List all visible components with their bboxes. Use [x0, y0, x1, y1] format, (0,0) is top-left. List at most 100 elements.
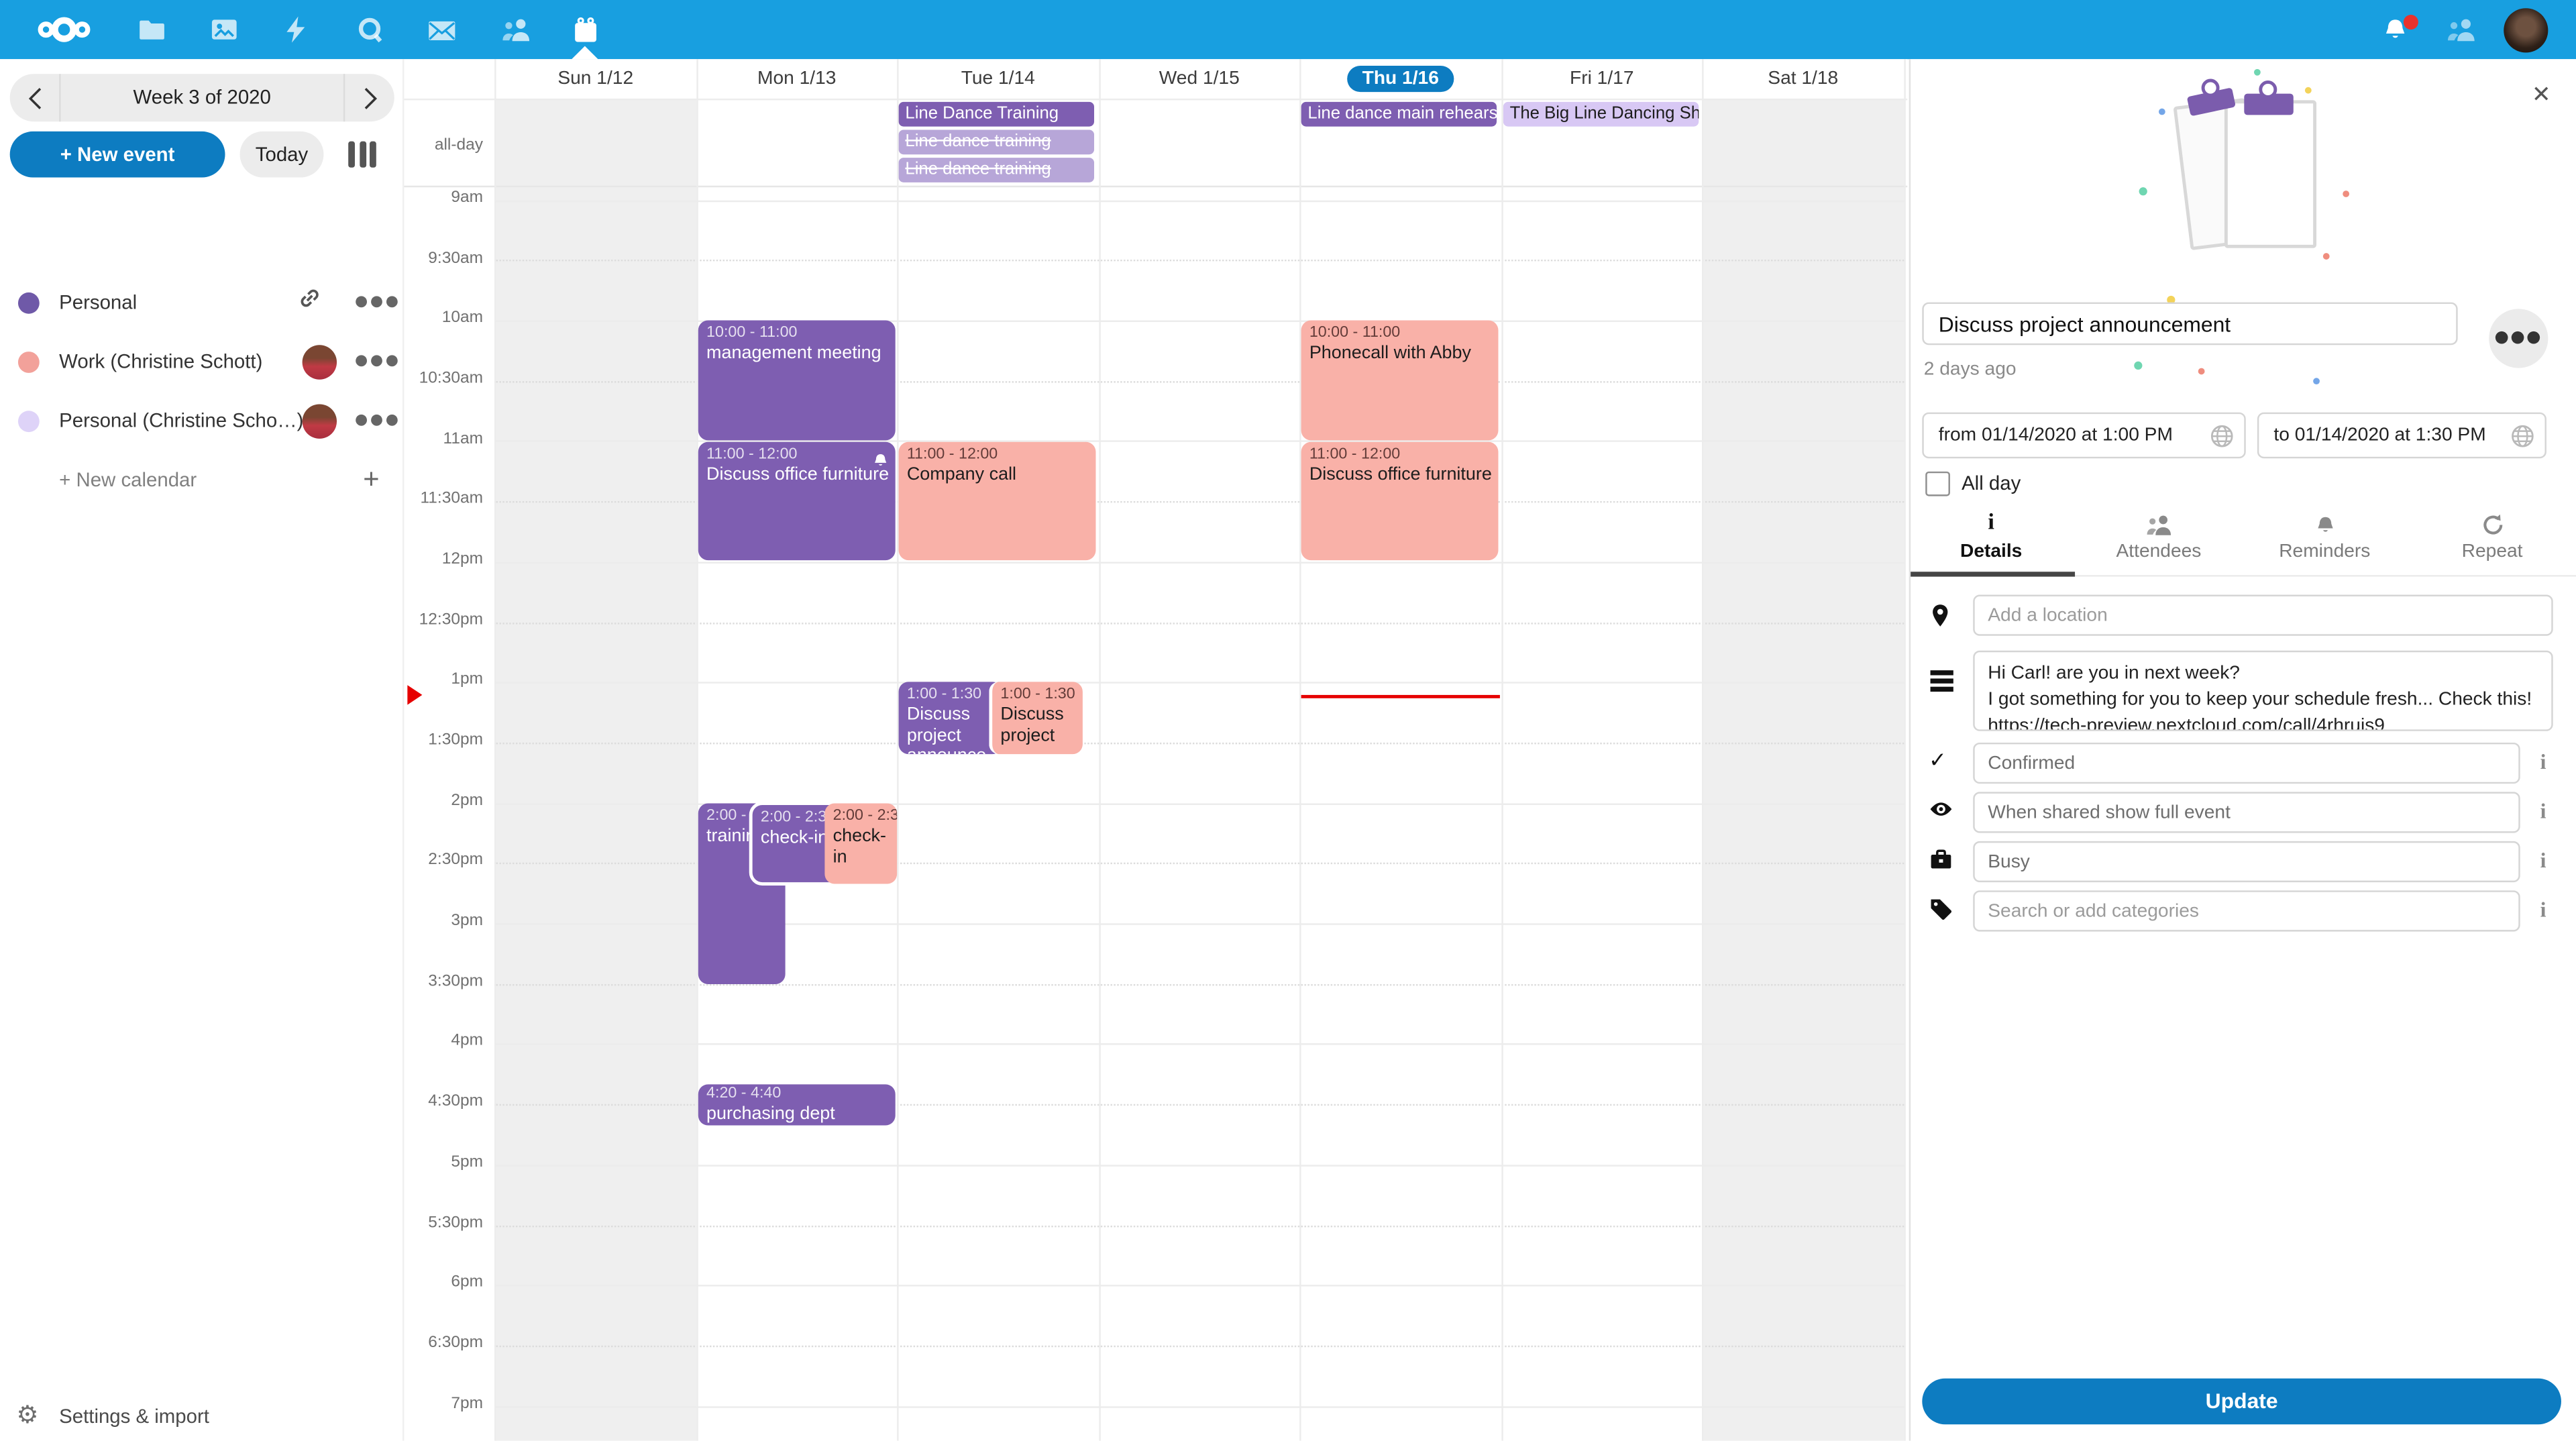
location-pin-icon	[1929, 603, 1955, 629]
notifications-bell-icon[interactable]	[2375, 10, 2415, 50]
gear-icon: ⚙	[16, 1400, 38, 1430]
grid-column-line	[696, 59, 698, 1441]
grid-column-line	[1702, 59, 1703, 1441]
visibility-select[interactable]	[1973, 792, 2520, 833]
timezone-globe-icon[interactable]	[2210, 424, 2235, 449]
grid-hour-line	[494, 1405, 1904, 1407]
event-company-call[interactable]: 11:00 - 12:00 Company call	[899, 442, 1096, 560]
event-discuss-office-furniture-mon[interactable]: 11:00 - 12:00 Discuss office furniture	[698, 442, 896, 560]
files-icon[interactable]	[131, 10, 171, 50]
time-label: 10:30am	[404, 370, 483, 388]
activity-icon[interactable]	[276, 10, 315, 50]
time-label: 9am	[404, 189, 483, 207]
settings-import-button[interactable]: ⚙ Settings & import	[0, 1391, 402, 1440]
event-purchasing-dept[interactable]: 4:20 - 4:40 purchasing dept	[698, 1084, 896, 1125]
grid-hour-line	[494, 260, 1904, 262]
location-input[interactable]	[1973, 595, 2553, 636]
mail-icon[interactable]	[422, 10, 462, 50]
event-management-meeting[interactable]: 10:00 - 11:00 management meeting	[698, 321, 896, 441]
time-label: 2:30pm	[404, 851, 483, 869]
event-more-actions-button[interactable]: ●●●	[2489, 309, 2548, 368]
status-check-icon: ✓	[1929, 749, 1955, 776]
calendar-list-item-work[interactable]: Work (Christine Schott) ●●●	[0, 332, 402, 391]
categories-tag-icon	[1929, 897, 1955, 923]
status-info-icon[interactable]: i	[2532, 749, 2555, 776]
all-day-checkbox[interactable]	[1925, 472, 1950, 496]
tab-reminders[interactable]: Reminders	[2259, 511, 2390, 562]
attendees-icon	[2093, 511, 2224, 537]
tab-repeat[interactable]: Repeat	[2426, 511, 2558, 562]
grid-hour-line	[494, 1165, 1904, 1166]
grid-column-line	[1904, 59, 1905, 1441]
previous-week-button[interactable]	[10, 74, 59, 121]
grid-hour-line	[494, 1044, 1904, 1045]
calendar-actions-menu-icon[interactable]: ●●●	[355, 413, 388, 429]
calendar-color-dot	[18, 292, 40, 313]
tab-attendees[interactable]: Attendees	[2093, 511, 2224, 562]
visibility-info-icon[interactable]: i	[2532, 798, 2555, 824]
time-label: 6:30pm	[404, 1334, 483, 1352]
user-avatar[interactable]	[2504, 8, 2548, 52]
event-start-input[interactable]	[1924, 414, 2216, 457]
time-label: 7pm	[404, 1395, 483, 1413]
calendar-list-item-personal-shared[interactable]: Personal (Christine Scho…) ●●●	[0, 391, 402, 450]
grid-hour-line	[494, 1225, 1904, 1226]
close-icon[interactable]: ✕	[2532, 82, 2551, 108]
view-switcher-icon[interactable]	[348, 142, 378, 168]
status-select[interactable]	[1973, 743, 2520, 784]
timezone-globe-icon[interactable]	[2510, 424, 2535, 449]
event-end-input[interactable]	[2259, 414, 2516, 457]
reminder-bell-icon	[872, 449, 888, 478]
calendar-name: Work (Christine Schott)	[59, 350, 262, 373]
time-label: 10am	[404, 309, 483, 327]
calendar-actions-menu-icon[interactable]: ●●●	[355, 294, 388, 310]
shared-by-avatar	[303, 403, 337, 437]
new-calendar-button[interactable]: + New calendar +	[0, 450, 402, 509]
grid-hour-line	[494, 682, 1904, 684]
week-label[interactable]: Week 3 of 2020	[59, 74, 345, 121]
event-discuss-office-furniture-thu[interactable]: 11:00 - 12:00 Discuss office furniture	[1301, 442, 1499, 560]
talk-icon[interactable]	[350, 10, 390, 50]
grid-hour-line	[494, 1345, 1904, 1346]
new-event-button[interactable]: + New event	[10, 131, 225, 178]
description-textarea[interactable]: Hi Carl! are you in next week? I got som…	[1973, 651, 2553, 731]
grid-column-line	[494, 59, 496, 1441]
grid-hour-line	[494, 562, 1904, 563]
calendar-icon[interactable]	[565, 10, 604, 50]
categories-info-icon[interactable]: i	[2532, 897, 2555, 923]
week-grid: Sun 1/12 Mon 1/13 Tue 1/14 Wed 1/15 Thu …	[402, 59, 1907, 1441]
time-label: 3pm	[404, 912, 483, 930]
event-phonecall-with-abby[interactable]: 10:00 - 11:00 Phonecall with Abby	[1301, 321, 1499, 441]
settings-label: Settings & import	[59, 1405, 209, 1428]
update-button[interactable]: Update	[1922, 1379, 2561, 1425]
app-window: Week 3 of 2020 + New event Today Persona…	[0, 0, 2576, 1441]
tab-details[interactable]: i Details	[1925, 511, 2057, 562]
time-label: 2pm	[404, 792, 483, 810]
nextcloud-logo-icon[interactable]	[33, 10, 95, 50]
grid-hour-line	[494, 1285, 1904, 1287]
event-discuss-project[interactable]: 1:00 - 1:30 Discuss project	[989, 682, 1083, 754]
photos-icon[interactable]	[204, 10, 244, 50]
today-button[interactable]: Today	[240, 131, 324, 178]
event-check-in-salmon[interactable]: 2:00 - 2:30 check-in	[824, 804, 897, 884]
notification-unread-dot	[2404, 15, 2418, 30]
share-link-icon[interactable]	[299, 288, 321, 317]
active-app-pointer	[572, 46, 598, 60]
event-title-input[interactable]	[1922, 303, 2457, 345]
time-label: 11am	[404, 431, 483, 449]
time-label: 1:30pm	[404, 731, 483, 749]
availability-info-icon[interactable]: i	[2532, 848, 2555, 874]
time-label: 11:30am	[404, 490, 483, 508]
calendar-color-dot	[18, 410, 40, 431]
calendar-actions-menu-icon[interactable]: ●●●	[355, 354, 388, 370]
next-week-button[interactable]	[345, 74, 394, 121]
last-modified-label: 2 days ago	[1924, 360, 2017, 379]
contacts-icon[interactable]	[496, 10, 536, 50]
top-navigation-bar	[0, 0, 2576, 59]
calendar-list-item-personal[interactable]: Personal ●●●	[0, 273, 402, 332]
shared-by-avatar	[303, 344, 337, 378]
availability-select[interactable]	[1973, 841, 2520, 882]
contacts-menu-icon[interactable]	[2441, 10, 2481, 50]
categories-input[interactable]	[1973, 890, 2520, 931]
event-discuss-project-announcement[interactable]: 1:00 - 1:30 Discuss project announcement	[899, 682, 1002, 754]
